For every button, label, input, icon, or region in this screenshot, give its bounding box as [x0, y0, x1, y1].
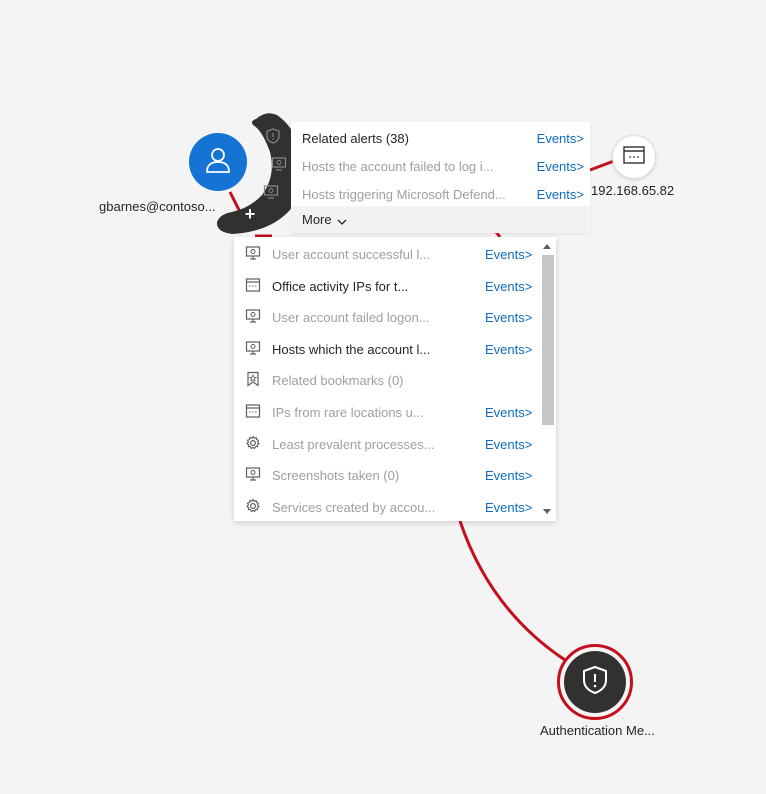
dropdown-item-user-account-successful-l[interactable]: User account successful l... Events>	[234, 238, 538, 269]
menu-item-hosts-failed-logon[interactable]: Hosts the account failed to log i... Eve…	[291, 152, 590, 180]
scroll-up-arrow[interactable]	[543, 244, 551, 249]
events-link[interactable]: Events>	[485, 500, 532, 515]
events-link[interactable]: Events>	[485, 405, 532, 420]
menu-item-label: Hosts triggering Microsoft Defend...	[302, 187, 506, 202]
events-link[interactable]: Events>	[537, 131, 584, 146]
events-link[interactable]: Events>	[537, 159, 584, 174]
gear-icon	[245, 498, 263, 516]
dropdown-item-screenshots-taken-0[interactable]: Screenshots taken (0) Events>	[234, 459, 538, 490]
dropdown-item-label: User account failed logon...	[272, 310, 430, 326]
dropdown-item-related-bookmarks-0[interactable]: Related bookmarks (0)	[234, 364, 538, 395]
dropdown-item-hosts-which-the-account-l[interactable]: Hosts which the account l... Events>	[234, 333, 538, 364]
ip-address-node[interactable]	[612, 135, 656, 179]
monitor-icon[interactable]	[270, 155, 288, 173]
scroll-down-arrow[interactable]	[543, 509, 551, 514]
monitor-icon	[245, 340, 263, 358]
shield-icon[interactable]	[264, 127, 282, 145]
dropdown-item-label: Related bookmarks (0)	[272, 373, 404, 389]
menu-item-label: Hosts the account failed to log i...	[302, 159, 494, 174]
window-icon	[245, 403, 263, 421]
more-button[interactable]: More	[291, 206, 590, 233]
dropdown-item-label: Screenshots taken (0)	[272, 468, 400, 484]
monitor-icon[interactable]	[262, 183, 280, 201]
alert-node-label: Authentication Me...	[540, 723, 655, 738]
monitor-icon	[245, 308, 263, 326]
scrollbar[interactable]	[538, 237, 556, 521]
dropdown-item-label: Least prevalent processes...	[272, 436, 435, 452]
dropdown-item-label: User account successful l...	[272, 247, 431, 262]
dropdown-item-services-created-by-accou[interactable]: Services created by accou... Events>	[234, 491, 538, 522]
shield-alert-icon	[582, 665, 608, 700]
more-dropdown-list: User account successful l... Events> Offic…	[234, 237, 556, 521]
expand-plus-button[interactable]: +	[240, 204, 260, 224]
dropdown-item-ips-from-rare-locations-u[interactable]: IPs from rare locations u... Events>	[234, 396, 538, 427]
ip-node-label: 192.168.65.82	[591, 183, 675, 198]
events-link[interactable]: Events>	[485, 342, 532, 357]
user-account-node[interactable]	[189, 133, 247, 191]
menu-item-hosts-defender[interactable]: Hosts triggering Microsoft Defend... Eve…	[291, 180, 590, 208]
dropdown-item-label: IPs from rare locations u...	[272, 405, 424, 420]
person-icon	[203, 145, 233, 180]
dropdown-item-office-activity-ips-for-t[interactable]: Office activity IPs for t... Events>	[234, 270, 538, 301]
bookmark-icon	[245, 371, 263, 389]
dropdown-item-user-account-failed-logon[interactable]: User account failed logon... Events>	[234, 301, 538, 332]
dropdown-item-label: Office activity IPs for t...	[272, 278, 409, 294]
dropdown-item-label: Services created by accou...	[272, 499, 436, 515]
monitor-icon	[245, 245, 263, 263]
scroll-thumb[interactable]	[542, 255, 554, 425]
radial-context-menu: Related alerts (38) Events> Hosts the ac…	[291, 122, 590, 233]
events-link[interactable]: Events>	[485, 310, 532, 325]
events-link[interactable]: Events>	[485, 437, 532, 452]
dropdown-item-label: Hosts which the account l...	[272, 341, 431, 357]
user-node-label: gbarnes@contoso...	[99, 199, 216, 214]
dropdown-item-least-prevalent-processes[interactable]: Least prevalent processes... Events>	[234, 428, 538, 459]
window-icon	[623, 145, 645, 170]
monitor-icon	[245, 466, 263, 484]
menu-item-label: Related alerts (38)	[302, 131, 409, 146]
events-link[interactable]: Events>	[485, 468, 532, 483]
menu-item-related-alerts[interactable]: Related alerts (38) Events>	[291, 124, 590, 152]
alert-node-inner	[564, 651, 626, 713]
gear-icon	[245, 435, 263, 453]
events-link[interactable]: Events>	[485, 279, 532, 294]
chevron-down-icon	[337, 213, 347, 228]
alert-node[interactable]	[557, 644, 633, 720]
events-link[interactable]: Events>	[485, 247, 532, 262]
more-label: More	[302, 212, 332, 227]
events-link[interactable]: Events>	[537, 187, 584, 202]
window-icon	[245, 277, 263, 295]
